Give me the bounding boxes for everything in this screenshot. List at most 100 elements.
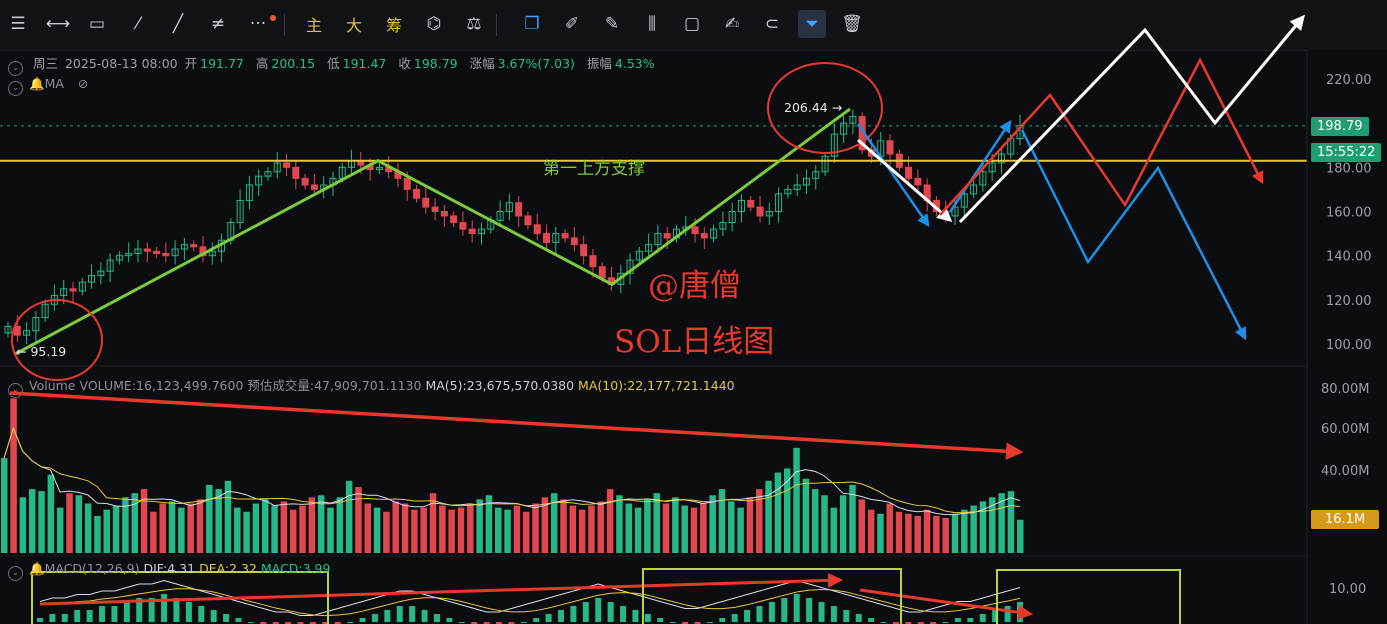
candle-body xyxy=(626,259,634,274)
rectangle-icon[interactable]: ▭ xyxy=(83,10,111,38)
filter-icon[interactable]: ⏷ xyxy=(798,10,826,38)
bell-icon[interactable]: 🔔 xyxy=(29,561,45,576)
candle-body xyxy=(700,233,708,239)
candle-body xyxy=(793,184,801,190)
price-chart[interactable]: 100.00 120.00 140.00 160.00 180.00 220.00 40.0… xyxy=(0,0,1387,624)
candle-body xyxy=(283,162,291,168)
eye-hidden-icon[interactable]: ⊘ xyxy=(78,76,88,91)
volume-bar xyxy=(811,489,819,553)
trash-icon[interactable]: 🗑 xyxy=(838,10,866,38)
macd-bar xyxy=(409,606,416,622)
collapse-icon[interactable]: ⌄ xyxy=(8,81,23,96)
ray-line-icon[interactable]: ╱ xyxy=(164,10,192,38)
candle-body xyxy=(431,206,439,212)
low-price-label: ← 95.19 xyxy=(16,344,67,359)
candle-body xyxy=(719,222,727,230)
candle-body xyxy=(691,226,699,235)
volume-bar xyxy=(858,499,866,553)
candle-body xyxy=(459,222,467,230)
macd-bar xyxy=(136,598,143,622)
datetime-label: 2025-08-13 08:00 xyxy=(64,56,178,71)
volume-bar xyxy=(495,507,502,553)
candle-body xyxy=(905,166,913,179)
collapse-icon[interactable]: ⌄ xyxy=(8,566,23,581)
dif-line xyxy=(39,579,1021,616)
volume-bar xyxy=(821,495,828,553)
candle-body xyxy=(422,197,430,208)
candle-body xyxy=(997,153,1005,164)
trend-line-icon[interactable]: ⁄ xyxy=(124,10,152,38)
candle-body xyxy=(914,177,922,186)
horizontal-line-icon[interactable]: ⟷ xyxy=(44,10,72,38)
macd-bar xyxy=(347,622,354,623)
candle-body xyxy=(1007,138,1015,155)
candle-body xyxy=(496,211,504,221)
large-button[interactable]: 大 xyxy=(340,10,368,38)
volume-bar xyxy=(411,509,418,553)
candle-body xyxy=(162,252,170,257)
measure-icon[interactable]: ⚖ xyxy=(460,10,488,38)
candle-body xyxy=(41,303,49,318)
volume-bar xyxy=(112,505,120,553)
macd-bar xyxy=(520,622,527,623)
volume-bar xyxy=(448,509,455,553)
magnet-icon[interactable]: ⊂ xyxy=(758,10,786,38)
note-icon[interactable]: ✍ xyxy=(718,10,746,38)
volume-bar xyxy=(168,501,176,553)
volume-bar xyxy=(923,509,931,553)
title-text: SOL日线图 xyxy=(614,324,775,360)
volume-bar xyxy=(10,398,17,553)
candle-body xyxy=(533,224,541,235)
multi-line-icon[interactable]: ≠ xyxy=(204,10,232,38)
macd-label: MACD(12,26,9) xyxy=(44,561,140,576)
candle-body xyxy=(580,244,588,257)
chips-button[interactable]: 筹 xyxy=(380,10,408,38)
volume-bar xyxy=(839,495,847,553)
copy-icon[interactable]: ❐ xyxy=(518,10,546,38)
main-indicator-button[interactable]: 主 xyxy=(300,10,328,38)
volume-bar xyxy=(215,489,222,553)
snapshot-icon[interactable]: ⌬ xyxy=(420,10,448,38)
collapse-icon[interactable]: ⌄ xyxy=(8,61,23,76)
volume-bar xyxy=(662,503,670,553)
macd-bar xyxy=(86,610,93,622)
candle-body xyxy=(542,233,550,243)
candle-body xyxy=(366,164,374,171)
macd-divergence-arrow-2 xyxy=(859,588,1033,620)
candle-body xyxy=(765,211,773,217)
macd-bar xyxy=(781,598,788,622)
candle-body xyxy=(78,281,86,292)
lock-icon[interactable]: ▢ xyxy=(678,10,706,38)
bell-icon[interactable]: 🔔 xyxy=(29,76,45,91)
volume-bar xyxy=(690,507,698,553)
candle-body xyxy=(218,239,226,252)
macd-bar xyxy=(185,602,192,622)
candle-body xyxy=(394,171,402,179)
more-icon[interactable]: ··· xyxy=(244,10,272,38)
candle-body xyxy=(236,199,244,224)
collapse-icon[interactable]: ⌄ xyxy=(8,383,23,398)
macd-bar xyxy=(855,614,862,622)
volume-bar xyxy=(234,507,241,553)
macd-bar xyxy=(954,618,961,622)
candle-body xyxy=(115,255,123,261)
ruler-icon[interactable]: ✐ xyxy=(558,10,586,38)
candle-body xyxy=(951,206,959,217)
candle-body xyxy=(858,116,866,151)
macd-bar xyxy=(967,618,974,622)
day-label: 周三 xyxy=(32,56,58,71)
macd-bar xyxy=(235,618,242,622)
candles-icon[interactable]: ⫼ xyxy=(638,10,666,38)
brush-icon[interactable]: ✎ xyxy=(598,10,626,38)
volume-bar xyxy=(802,478,810,553)
macd-bar xyxy=(756,606,763,622)
volume-bar xyxy=(317,495,325,553)
volume-bar xyxy=(401,503,409,553)
ma-label[interactable]: MA xyxy=(45,76,64,91)
macd-bar xyxy=(793,594,800,622)
macd-bar xyxy=(570,606,577,622)
menu-icon[interactable]: ☰ xyxy=(4,10,32,38)
volume-bar xyxy=(187,503,194,553)
candle-body xyxy=(867,149,875,157)
candle-body xyxy=(190,244,198,248)
